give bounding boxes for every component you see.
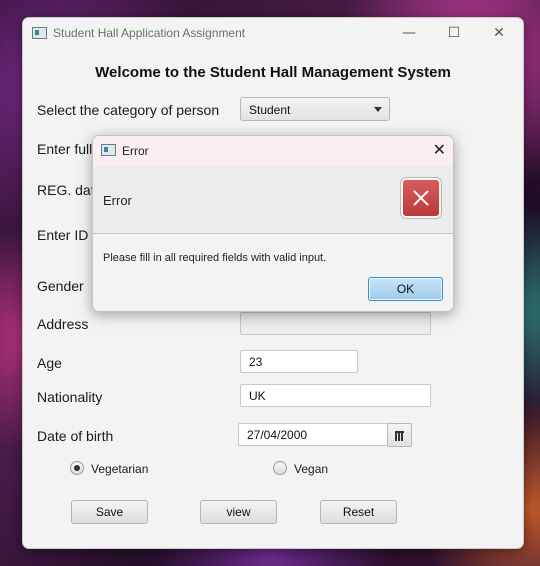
category-select[interactable]: Student [240, 97, 390, 121]
address-label: Address [37, 316, 89, 332]
age-label: Age [37, 355, 62, 371]
title-bar[interactable]: Student Hall Application Assignment — ☐ … [23, 18, 523, 48]
vegan-label: Vegan [294, 462, 329, 476]
id-label: Enter ID [37, 227, 89, 243]
dialog-header-text: Error [103, 193, 132, 208]
category-select-value: Student [249, 103, 291, 117]
reg-date-label: REG. dat [37, 182, 95, 198]
vegetarian-radio[interactable] [70, 461, 84, 475]
dialog-header: Error [93, 166, 453, 234]
page-title: Welcome to the Student Hall Management S… [95, 64, 451, 81]
full-name-label: Enter full [37, 141, 93, 157]
dialog-title-bar[interactable]: Error ✕ [93, 136, 453, 166]
error-icon [401, 178, 441, 218]
java-app-icon [101, 144, 116, 156]
age-field[interactable]: 23 [240, 350, 358, 373]
minimize-button[interactable]: — [395, 22, 423, 44]
gender-label: Gender [37, 278, 84, 294]
vegetarian-label: Vegetarian [91, 462, 149, 476]
nationality-label: Nationality [37, 389, 103, 405]
vegan-radio[interactable] [273, 461, 287, 475]
close-button[interactable]: ✕ [485, 22, 513, 44]
date-of-birth-label: Date of birth [37, 428, 114, 444]
category-label: Select the category of person [37, 102, 220, 118]
window-title: Student Hall Application Assignment [53, 26, 246, 40]
view-button[interactable]: view [200, 500, 277, 524]
maximize-button[interactable]: ☐ [440, 22, 468, 44]
ok-button[interactable]: OK [368, 277, 443, 301]
java-app-icon [32, 27, 47, 39]
reset-button[interactable]: Reset [320, 500, 397, 524]
dialog-title: Error [122, 144, 149, 158]
calendar-icon [395, 431, 404, 441]
save-button[interactable]: Save [71, 500, 148, 524]
error-dialog: Error ✕ Error Please fill in all require… [92, 135, 454, 312]
calendar-button[interactable] [387, 423, 412, 447]
date-of-birth-field[interactable]: 27/04/2000 [238, 423, 388, 446]
dialog-message: Please fill in all required fields with … [103, 252, 327, 264]
address-field[interactable] [240, 312, 431, 335]
nationality-field[interactable]: UK [240, 384, 431, 407]
chevron-down-icon [374, 107, 382, 112]
dialog-close-button[interactable]: ✕ [433, 140, 446, 159]
